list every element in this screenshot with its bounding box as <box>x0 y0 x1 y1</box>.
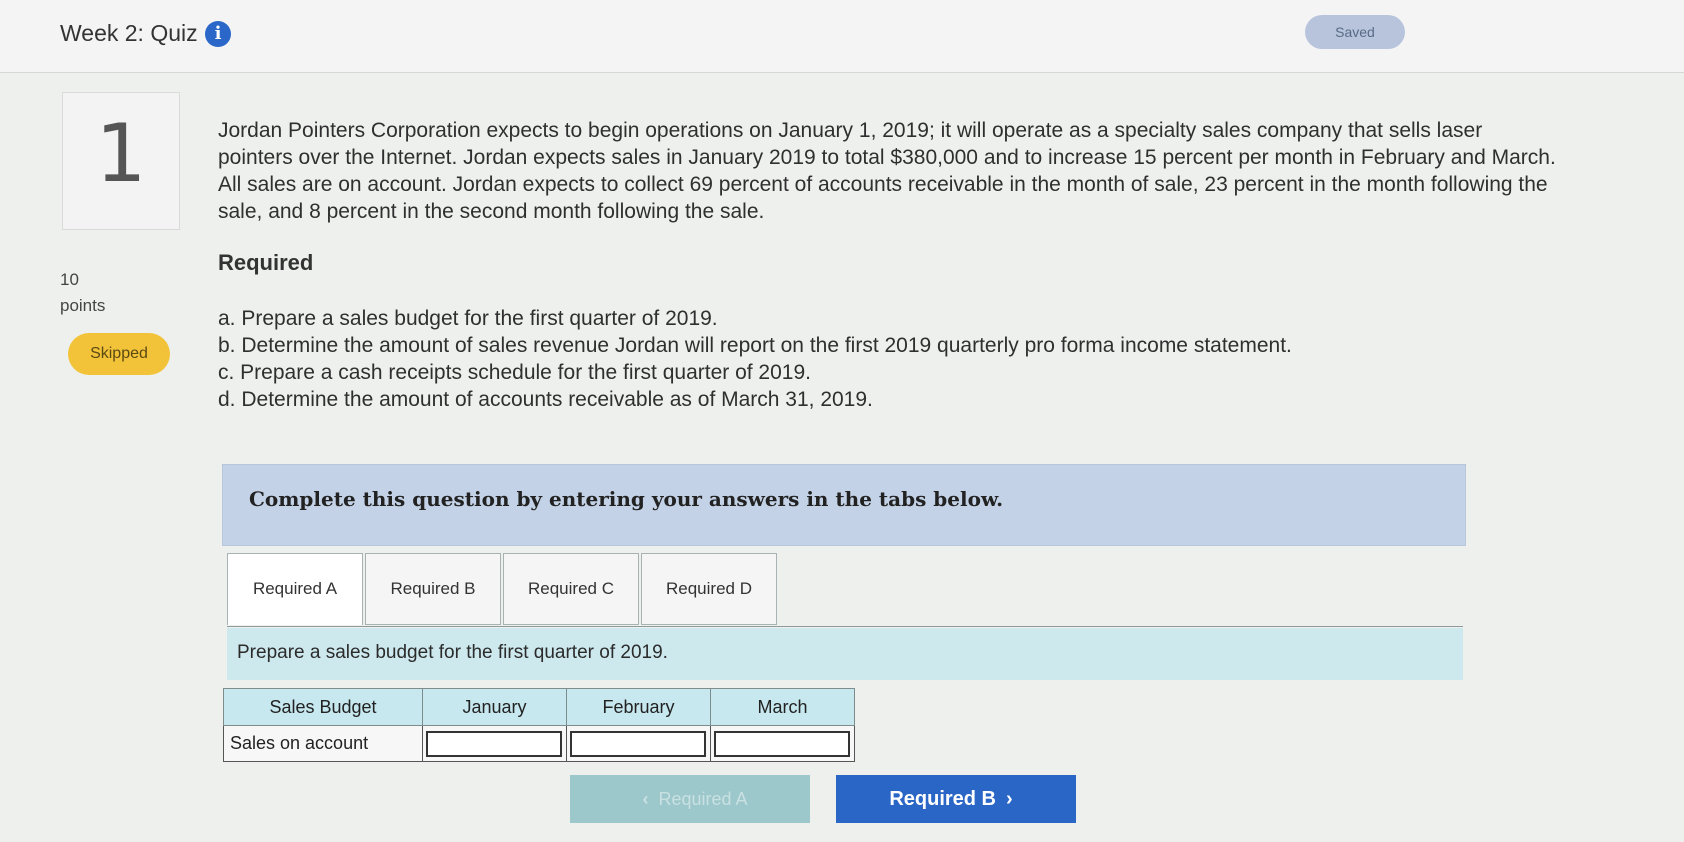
next-button-label: Required B <box>889 788 996 810</box>
info-icon[interactable]: i <box>205 21 231 47</box>
requirement-b: b. Determine the amount of sales revenue… <box>218 334 1292 357</box>
table-header-march: March <box>710 688 855 726</box>
instructions-text: Complete this question by entering your … <box>249 487 1004 511</box>
requirement-d: d. Determine the amount of accounts rece… <box>218 388 873 411</box>
cell-march <box>710 725 855 762</box>
table-header-february: February <box>566 688 711 726</box>
question-number: 1 <box>95 107 147 200</box>
january-sales-input[interactable] <box>426 730 562 757</box>
requirement-c: c. Prepare a cash receipts schedule for … <box>218 361 811 384</box>
sales-budget-table: Sales Budget January February March Sale… <box>223 688 855 762</box>
tab-required-b[interactable]: Required B <box>365 553 501 625</box>
skipped-status-badge: Skipped <box>68 333 170 375</box>
points-value: 10 <box>60 270 79 289</box>
quiz-title: Week 2: Quiz <box>60 20 198 46</box>
march-sales-input[interactable] <box>714 730 850 757</box>
next-required-button[interactable]: Required B › <box>836 775 1076 823</box>
instructions-panel: Complete this question by entering your … <box>222 464 1466 546</box>
saved-status-badge: Saved <box>1305 15 1405 49</box>
tab-divider <box>227 626 1463 627</box>
february-sales-input[interactable] <box>570 730 706 757</box>
table-header-sales-budget: Sales Budget <box>223 688 423 726</box>
table-header-row: Sales Budget January February March <box>223 688 855 726</box>
question-number-box: 1 <box>62 92 180 230</box>
tab-required-a[interactable]: Required A <box>227 553 363 625</box>
chevron-right-icon: › <box>1006 788 1013 810</box>
requirements-list: a. Prepare a sales budget for the first … <box>218 305 1292 413</box>
table-row: Sales on account <box>223 725 855 762</box>
prompt-text: Prepare a sales budget for the first qua… <box>237 642 668 663</box>
previous-button-label: Required A <box>658 789 748 809</box>
cell-february <box>566 725 711 762</box>
points-label: points <box>60 296 106 315</box>
required-heading: Required <box>218 250 314 275</box>
tab-required-d[interactable]: Required D <box>641 553 777 625</box>
prompt-bar: Prepare a sales budget for the first qua… <box>227 628 1463 680</box>
cell-january <box>422 725 567 762</box>
requirement-a: a. Prepare a sales budget for the first … <box>218 307 718 330</box>
top-bar: Week 2: Quiz i Saved <box>0 0 1684 73</box>
chevron-left-icon: ‹ <box>642 789 649 809</box>
table-header-january: January <box>422 688 567 726</box>
row-label-sales-on-account: Sales on account <box>223 725 423 762</box>
previous-required-button[interactable]: ‹ Required A <box>570 775 810 823</box>
tab-required-c[interactable]: Required C <box>503 553 639 625</box>
question-text: Jordan Pointers Corporation expects to b… <box>218 119 1556 223</box>
